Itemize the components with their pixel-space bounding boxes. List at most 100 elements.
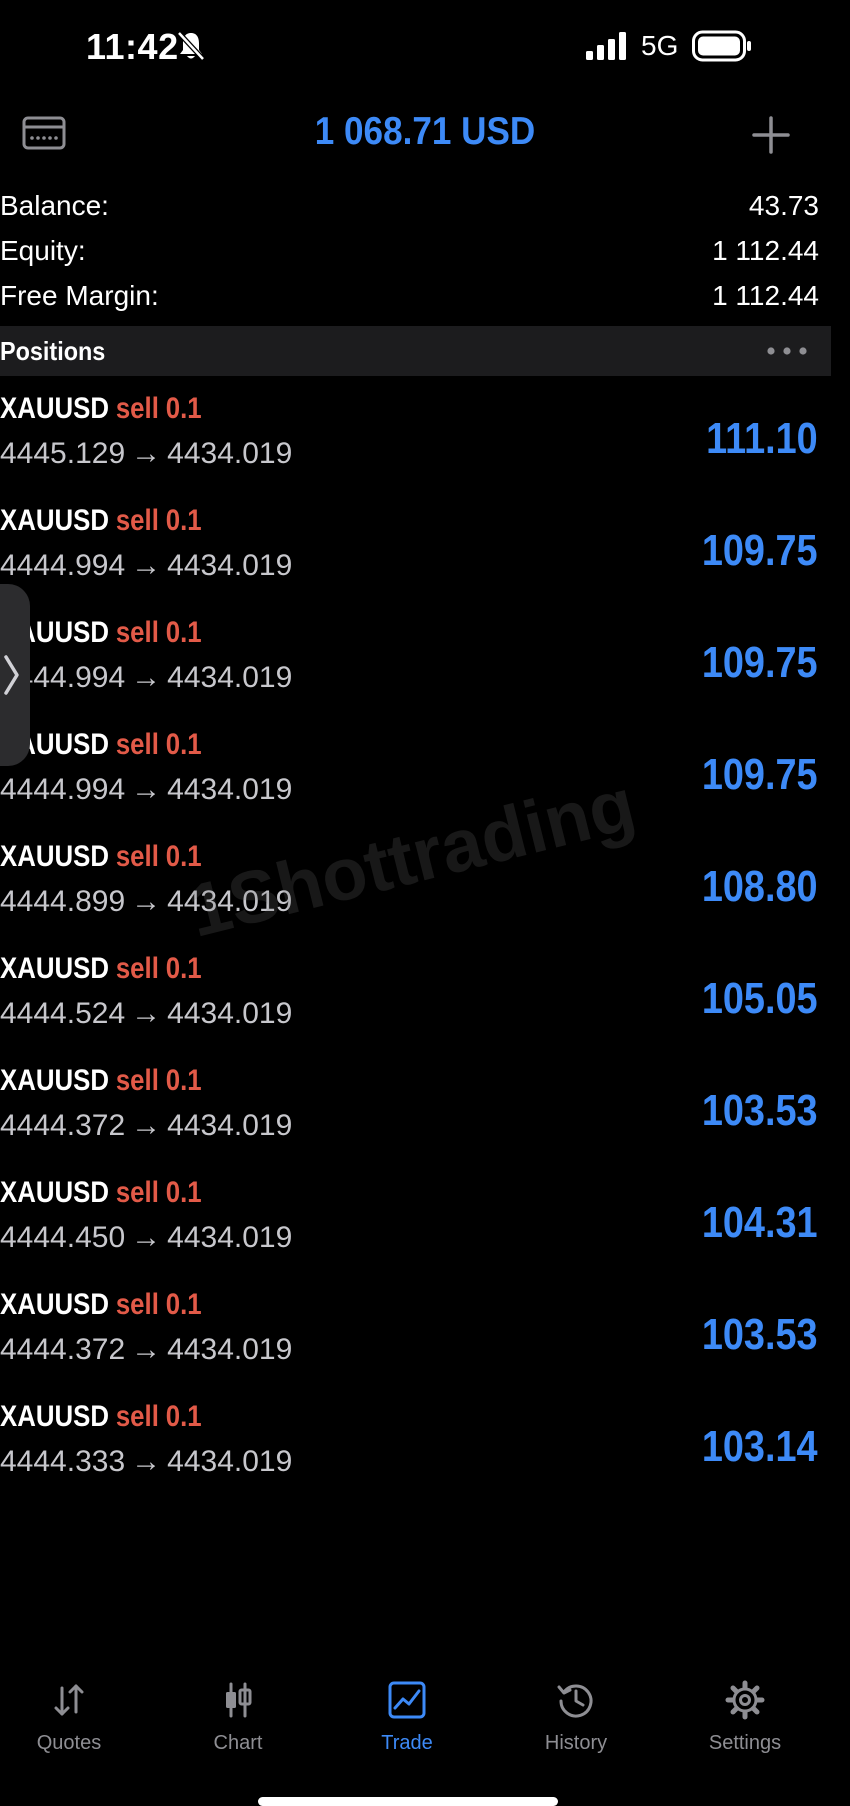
position-open-price: 4444.372 [0, 1333, 126, 1366]
position-open-price: 4444.524 [0, 997, 126, 1030]
position-row[interactable]: XAUUSD sell 0.1 4444.524 → 4434.019 105.05 [0, 952, 831, 1064]
position-current-price: 4434.019 [167, 661, 293, 694]
position-row[interactable]: XAUUSD sell 0.1 4444.994 → 4434.019 109.75 [0, 504, 831, 616]
positions-section-header: Positions [0, 326, 831, 376]
position-side: sell [115, 1288, 159, 1321]
tab-trade[interactable]: Trade [332, 1660, 482, 1760]
position-open-price: 4444.333 [0, 1445, 126, 1478]
position-profit: 103.53 [702, 1086, 818, 1135]
status-bar: 11:42 5G [0, 0, 850, 96]
position-profit: 103.53 [702, 1310, 818, 1359]
tab-label: Trade [381, 1732, 433, 1754]
position-side: sell [115, 616, 159, 649]
arrow-right-icon: → [131, 1445, 162, 1478]
tab-quotes[interactable]: Quotes [0, 1660, 144, 1760]
arrow-right-icon: → [131, 997, 162, 1030]
position-side: sell [115, 392, 159, 425]
position-open-price: 4444.994 [0, 773, 126, 806]
position-profit: 109.75 [702, 638, 818, 687]
signal-icon [586, 32, 626, 60]
positions-title: Positions [0, 336, 106, 366]
position-current-price: 4434.019 [167, 1109, 293, 1142]
equity-value: 1 112.44 [712, 235, 819, 266]
equity-label: Equity: [0, 235, 86, 266]
position-volume: 0.1 [165, 1176, 202, 1209]
candlestick-chart-icon [226, 1682, 252, 1718]
position-symbol: XAUUSD [0, 1288, 109, 1321]
position-row[interactable]: XAUUSD sell 0.1 4444.994 → 4434.019 109.75 [0, 728, 831, 840]
arrow-right-icon: → [131, 1333, 162, 1366]
summary-equity-row: Equity: 1 112.44 [0, 235, 819, 275]
balance-value: 43.73 [748, 190, 819, 221]
position-row[interactable]: XAUUSD sell 0.1 4444.899 → 4434.019 108.80 [0, 840, 831, 952]
position-profit: 111.10 [706, 414, 818, 463]
trade-chart-icon [388, 1681, 426, 1719]
history-clock-icon [557, 1684, 593, 1718]
quotes-arrows-icon [54, 1684, 84, 1716]
position-side: sell [115, 728, 159, 761]
tab-label: Chart [213, 1732, 263, 1754]
position-current-price: 4434.019 [167, 1333, 293, 1366]
side-drawer-handle[interactable] [0, 584, 30, 766]
position-profit: 109.75 [702, 526, 818, 575]
position-volume: 0.1 [165, 728, 202, 761]
tab-settings[interactable]: Settings [670, 1660, 820, 1760]
arrow-right-icon: → [131, 885, 162, 918]
gear-icon [725, 1680, 765, 1720]
position-symbol: XAUUSD [0, 952, 109, 985]
chevron-right-icon [4, 655, 19, 695]
header-balance-title: 1 068.71 USD [314, 110, 536, 153]
position-symbol: XAUUSD [0, 392, 109, 425]
position-symbol: XAUUSD [0, 1400, 109, 1433]
position-side: sell [115, 1400, 159, 1433]
tab-chart[interactable]: Chart [163, 1660, 313, 1760]
tab-history[interactable]: History [501, 1660, 651, 1760]
position-current-price: 4434.019 [167, 437, 293, 470]
position-open-price: 4445.129 [0, 437, 126, 470]
summary-free-margin-row: Free Margin: 1 112.44 [0, 280, 819, 320]
position-row[interactable]: XAUUSD sell 0.1 4444.450 → 4434.019 104.31 [0, 1176, 831, 1288]
position-volume: 0.1 [165, 616, 202, 649]
position-current-price: 4434.019 [167, 549, 293, 582]
summary-balance-row: Balance: 43.73 [0, 190, 819, 230]
network-label: 5G [641, 30, 679, 61]
arrow-right-icon: → [131, 773, 162, 806]
battery-icon [692, 30, 751, 62]
status-time: 11:42 [86, 26, 179, 67]
position-current-price: 4434.019 [167, 773, 293, 806]
position-side: sell [115, 952, 159, 985]
position-volume: 0.1 [165, 392, 202, 425]
position-row[interactable]: XAUUSD sell 0.1 4444.372 → 4434.019 103.53 [0, 1288, 831, 1400]
arrow-right-icon: → [131, 549, 162, 582]
position-open-price: 4444.372 [0, 1109, 126, 1142]
position-symbol: XAUUSD [0, 1176, 109, 1209]
more-horizontal-icon[interactable] [766, 346, 808, 356]
free-margin-value: 1 112.44 [712, 280, 819, 311]
home-indicator [258, 1797, 558, 1806]
position-current-price: 4434.019 [167, 997, 293, 1030]
free-margin-label: Free Margin: [0, 280, 159, 311]
position-symbol: XAUUSD [0, 840, 109, 873]
position-open-price: 4444.899 [0, 885, 126, 918]
arrow-right-icon: → [131, 437, 162, 470]
position-row[interactable]: XAUUSD sell 0.1 4444.333 → 4434.019 103.14 [0, 1400, 831, 1512]
tab-label: History [544, 1732, 608, 1754]
position-side: sell [115, 840, 159, 873]
tab-label: Quotes [36, 1732, 102, 1754]
position-current-price: 4434.019 [167, 885, 293, 918]
position-row[interactable]: XAUUSD sell 0.1 4444.372 → 4434.019 103.53 [0, 1064, 831, 1176]
position-side: sell [115, 1064, 159, 1097]
position-profit: 109.75 [702, 750, 818, 799]
position-symbol: XAUUSD [0, 1064, 109, 1097]
position-row[interactable]: XAUUSD sell 0.1 4444.994 → 4434.019 109.75 [0, 616, 831, 728]
bell-slash-icon [177, 31, 205, 61]
position-current-price: 4434.019 [167, 1445, 293, 1478]
position-open-price: 4444.994 [0, 549, 126, 582]
position-profit: 103.14 [702, 1422, 818, 1471]
plus-icon[interactable] [752, 116, 790, 154]
tab-bar: Quotes Chart Trade History Settings [0, 1660, 850, 1806]
arrow-right-icon: → [131, 1221, 162, 1254]
position-row[interactable]: XAUUSD sell 0.1 4445.129 → 4434.019 111.10 [0, 392, 831, 504]
tab-label: Settings [708, 1732, 782, 1754]
position-profit: 108.80 [702, 862, 818, 911]
